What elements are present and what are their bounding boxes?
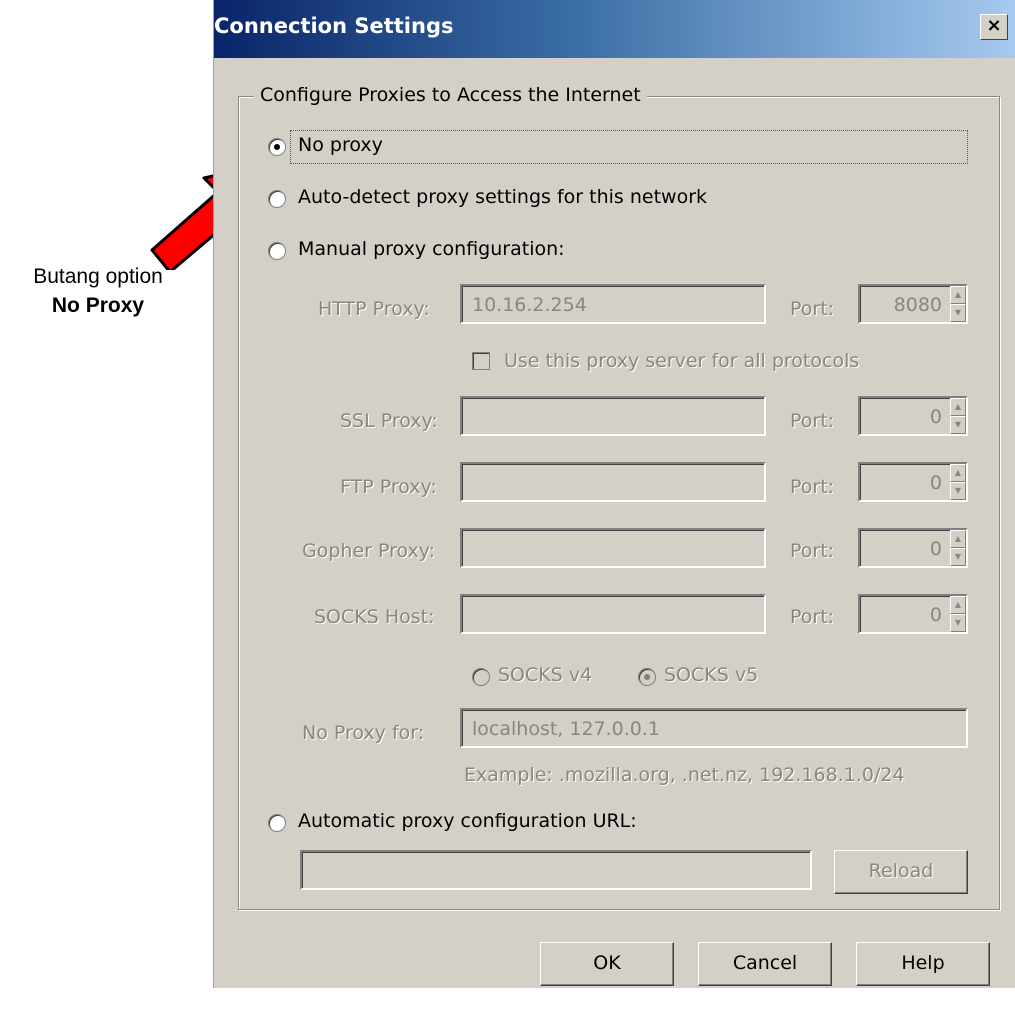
triangle-up-icon[interactable]: ▲ <box>950 596 966 614</box>
socks-v4-label: SOCKS v4 <box>498 664 593 686</box>
triangle-down-icon[interactable]: ▼ <box>950 482 966 500</box>
http-proxy-input[interactable]: 10.16.2.254 <box>460 284 766 324</box>
no-proxy-radio[interactable] <box>268 138 286 156</box>
http-proxy-label: HTTP Proxy: <box>318 298 430 320</box>
manual-proxy-label[interactable]: Manual proxy configuration: <box>298 238 565 260</box>
radio-selected-dot <box>644 674 650 680</box>
annotation-label: Butang option No Proxy <box>0 262 196 320</box>
same-proxy-label: Use this proxy server for all protocols <box>504 350 860 372</box>
ssl-proxy-input[interactable] <box>460 396 766 436</box>
triangle-down-icon[interactable]: ▼ <box>950 548 966 566</box>
group-title: Configure Proxies to Access the Internet <box>254 84 647 106</box>
reload-button[interactable]: Reload <box>834 850 968 894</box>
triangle-down-icon[interactable]: ▼ <box>950 416 966 434</box>
triangle-up-icon[interactable]: ▲ <box>950 398 966 416</box>
annotation-line2: No Proxy <box>51 294 145 317</box>
socks-port-value: 0 <box>929 604 942 626</box>
socks-v5-label: SOCKS v5 <box>664 664 759 686</box>
title-bar: Connection Settings × <box>214 0 1015 58</box>
auto-url-radio[interactable] <box>268 814 286 832</box>
gopher-port-value: 0 <box>929 538 942 560</box>
triangle-down-icon[interactable]: ▼ <box>950 614 966 632</box>
auto-url-input[interactable] <box>300 850 812 890</box>
ssl-proxy-label: SSL Proxy: <box>340 410 438 432</box>
ssl-port-label: Port: <box>790 410 835 432</box>
dialog-title: Connection Settings <box>214 14 454 38</box>
help-button[interactable]: Help <box>856 942 990 986</box>
gopher-proxy-input[interactable] <box>460 528 766 568</box>
socks-host-label: SOCKS Host: <box>314 606 435 628</box>
ssl-port-value: 0 <box>929 406 942 428</box>
no-proxy-example: Example: .mozilla.org, .net.nz, 192.168.… <box>464 764 905 786</box>
ssl-port-spinner[interactable]: 0 ▲ ▼ <box>858 396 968 436</box>
http-port-label: Port: <box>790 298 835 320</box>
focus-rect <box>290 130 968 164</box>
socks-port-spinner[interactable]: 0 ▲ ▼ <box>858 594 968 634</box>
auto-detect-label[interactable]: Auto-detect proxy settings for this netw… <box>298 186 707 208</box>
no-proxy-label[interactable]: No proxy <box>298 134 383 156</box>
auto-detect-radio[interactable] <box>268 190 286 208</box>
connection-settings-dialog: Connection Settings × Configure Proxies … <box>213 0 1015 988</box>
socks-v4-radio[interactable] <box>472 668 490 686</box>
auto-url-label[interactable]: Automatic proxy configuration URL: <box>298 810 637 832</box>
triangle-up-icon[interactable]: ▲ <box>950 530 966 548</box>
ftp-proxy-input[interactable] <box>460 462 766 502</box>
triangle-up-icon[interactable]: ▲ <box>950 286 966 304</box>
http-port-value: 8080 <box>893 294 942 316</box>
socks-v5-radio[interactable] <box>638 668 656 686</box>
socks-port-label: Port: <box>790 606 835 628</box>
ftp-proxy-label: FTP Proxy: <box>340 476 437 498</box>
close-button[interactable]: × <box>980 14 1008 40</box>
socks-host-input[interactable] <box>460 594 766 634</box>
no-proxy-for-input[interactable]: localhost, 127.0.0.1 <box>460 708 968 748</box>
triangle-down-icon[interactable]: ▼ <box>950 304 966 322</box>
no-proxy-for-label: No Proxy for: <box>302 722 425 744</box>
ftp-port-label: Port: <box>790 476 835 498</box>
manual-proxy-radio[interactable] <box>268 242 286 260</box>
gopher-port-spinner[interactable]: 0 ▲ ▼ <box>858 528 968 568</box>
triangle-up-icon[interactable]: ▲ <box>950 464 966 482</box>
same-proxy-checkbox[interactable] <box>472 352 490 370</box>
ok-button[interactable]: OK <box>540 942 674 986</box>
radio-selected-dot <box>274 144 280 150</box>
ftp-port-value: 0 <box>929 472 942 494</box>
close-icon: × <box>986 15 1002 36</box>
cancel-button[interactable]: Cancel <box>698 942 832 986</box>
ftp-port-spinner[interactable]: 0 ▲ ▼ <box>858 462 968 502</box>
http-port-spinner[interactable]: 8080 ▲ ▼ <box>858 284 968 324</box>
gopher-proxy-label: Gopher Proxy: <box>302 540 436 562</box>
gopher-port-label: Port: <box>790 540 835 562</box>
proxy-group-box <box>238 96 1000 910</box>
